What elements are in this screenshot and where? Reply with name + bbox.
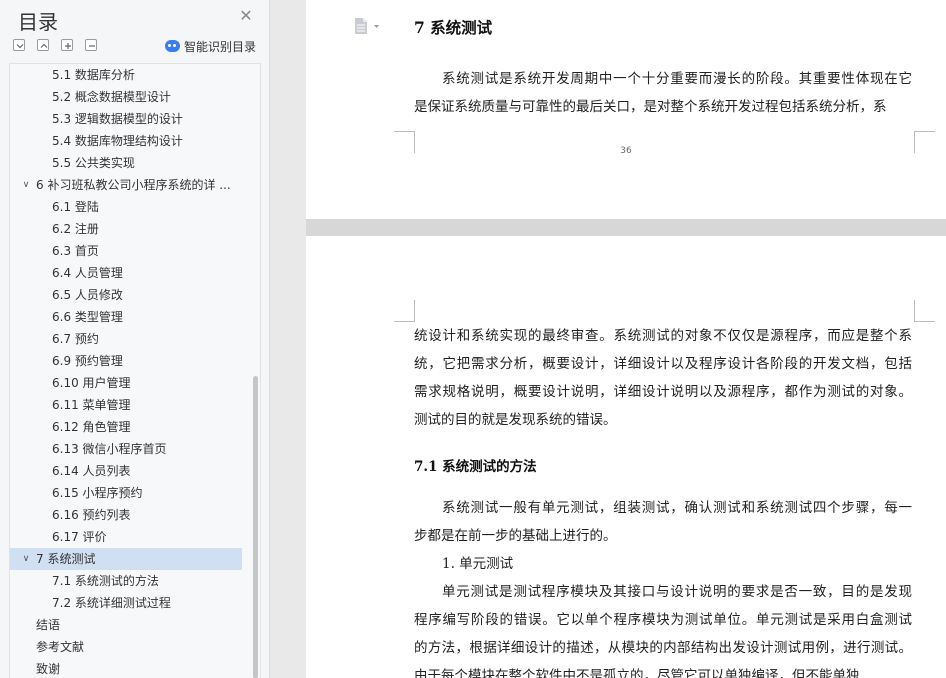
document-icon[interactable] <box>352 17 382 35</box>
toc-item[interactable]: 7.2 系统详细测试过程 <box>10 592 242 614</box>
paragraph-line: 的方法，根据详细设计的描述，从模块的内部结构出发设计测试用例，进行测试。 <box>414 640 912 656</box>
toc-item-label: 5.2 概念数据模型设计 <box>52 90 171 104</box>
crop-mark <box>914 300 935 322</box>
paragraph-line: 步都是在前一步的基础上进行的。 <box>414 528 617 544</box>
toc-list[interactable]: 5.1 数据库分析 5.2 概念数据模型设计 5.3 逻辑数据模型的设计 5.4 数据… <box>9 63 261 678</box>
toc-item[interactable]: 6.2 注册 <box>10 218 242 240</box>
toc-item-label: 6.3 首页 <box>52 244 99 258</box>
paragraph-line: 需求规格说明，概要设计说明，详细设计说明以及源程序，都作为测试的对象。 <box>414 384 912 400</box>
close-icon[interactable]: ✕ <box>238 8 254 24</box>
toc-item-label: 7.1 系统测试的方法 <box>52 574 159 588</box>
toc-item-label: 6.13 微信小程序首页 <box>52 442 167 456</box>
paragraph-line: 测试的目的就是发现系统的错误。 <box>414 412 617 428</box>
paragraph: 系统测试一般有单元测试，组装测试，确认测试和系统测试四个步骤，每一步都是在前一步… <box>414 494 912 550</box>
document-page: 统设计和系统实现的最终审查。系统测试的对象不仅仅是源程序，而应是整个系 统，它把需… <box>306 236 946 678</box>
toc-item[interactable]: 5.1 数据库分析 <box>10 64 242 86</box>
crop-mark <box>394 300 415 322</box>
document-view[interactable]: 7 系统测试 系统测试是系统开发周期中一个十分重要而漫长的阶段。其重要性体现在它… <box>271 0 946 678</box>
toc-item-label: 5.3 逻辑数据模型的设计 <box>52 112 183 126</box>
toc-item-label: 5.1 数据库分析 <box>52 68 135 82</box>
toc-item[interactable]: 6.6 类型管理 <box>10 306 242 328</box>
paragraph: 单元测试是测试程序模块及其接口与设计说明的要求是否一致，目的是发现程序编写阶段的… <box>414 578 912 678</box>
list-item: 1. 单元测试 <box>442 550 742 578</box>
toc-item-label: 6.1 登陆 <box>52 200 99 214</box>
paragraph-line: 单元测试是测试程序模块及其接口与设计说明的要求是否一致，目的是发现 <box>442 584 912 600</box>
toc-item[interactable]: 6.7 预约 <box>10 328 242 350</box>
toc-item[interactable]: 6.16 预约列表 <box>10 504 242 526</box>
toc-item-label: 7 系统测试 <box>36 552 96 566</box>
toc-item-label: 6.2 注册 <box>52 222 99 236</box>
toc-item[interactable]: 6.10 用户管理 <box>10 372 242 394</box>
toc-item-label: 6.6 类型管理 <box>52 310 123 324</box>
paragraph-line: 程序编写阶段的错误。它以单个程序模块为测试单位。单元测试是采用白盒测试 <box>414 612 912 628</box>
toc-item[interactable]: 5.5 公共类实现 <box>10 152 242 174</box>
paragraph-line: 统，它把需求分析，概要设计，详细设计以及程序设计各阶段的开发文档，包括 <box>414 356 912 372</box>
scrollbar-thumb[interactable] <box>253 376 258 678</box>
toc-item[interactable]: 5.4 数据库物理结构设计 <box>10 130 242 152</box>
paragraph-line: 是保证系统质量与可靠性的最后关口，是对整个系统开发过程包括系统分析，系 <box>414 99 887 115</box>
toc-item[interactable]: 6.13 微信小程序首页 <box>10 438 242 460</box>
toc-item[interactable]: 6.14 人员列表 <box>10 460 242 482</box>
chevron-down-icon[interactable]: ∨ <box>20 548 32 570</box>
toc-item-label: 参考文献 <box>36 640 85 654</box>
toc-item-label: 结语 <box>36 618 61 632</box>
toc-item[interactable]: 6.5 人员修改 <box>10 284 242 306</box>
add-heading-icon[interactable] <box>61 39 73 51</box>
toc-item-label: 6.17 评价 <box>52 530 107 544</box>
toc-item[interactable]: 6.4 人员管理 <box>10 262 242 284</box>
paragraph-line: 系统测试是系统开发周期中一个十分重要而漫长的阶段。其重要性体现在它 <box>442 71 912 87</box>
toc-item[interactable]: 6.9 预约管理 <box>10 350 242 372</box>
toc-item[interactable]: 6.15 小程序预约 <box>10 482 242 504</box>
toc-item-label: 7.2 系统详细测试过程 <box>52 596 171 610</box>
toc-item[interactable]: 6.3 首页 <box>10 240 242 262</box>
toc-item-label: 致谢 <box>36 662 61 676</box>
toc-item[interactable]: 6.17 评价 <box>10 526 242 548</box>
toc-item-label: 6.12 角色管理 <box>52 420 131 434</box>
toc-item-label: 5.4 数据库物理结构设计 <box>52 134 183 148</box>
subsection-heading: 7.1 系统测试的方法 <box>414 459 537 475</box>
smart-recognize-toc-button[interactable]: 智能识别目录 <box>165 38 256 54</box>
toc-item[interactable]: 6.12 角色管理 <box>10 416 242 438</box>
ai-assistant-icon <box>165 40 180 52</box>
toc-item[interactable]: ∨ 7 系统测试 <box>10 548 242 570</box>
toc-item[interactable]: 7.1 系统测试的方法 <box>10 570 242 592</box>
toc-item-label: 6.14 人员列表 <box>52 464 131 478</box>
toc-sidebar: 目录 ✕ 智能识别目录 5.1 数据库分析 5.2 概念数据模型设计 5.3 逻辑数… <box>0 0 270 678</box>
smart-recognize-label: 智能识别目录 <box>184 39 257 54</box>
toc-item[interactable]: 5.2 概念数据模型设计 <box>10 86 242 108</box>
chevron-down-icon[interactable]: ∨ <box>20 174 32 196</box>
paragraph: 统设计和系统实现的最终审查。系统测试的对象不仅仅是源程序，而应是整个系 统，它把需… <box>414 322 912 434</box>
page-number: 36 <box>620 146 632 156</box>
toc-item[interactable]: 参考文献 <box>10 636 242 658</box>
toc-item-label: 6 补习班私教公司小程序系统的详 ... <box>36 178 231 192</box>
toc-item[interactable]: 结语 <box>10 614 242 636</box>
list-item-label: 1. 单元测试 <box>442 556 514 572</box>
paragraph: 系统测试是系统开发周期中一个十分重要而漫长的阶段。其重要性体现在它是保证系统质量… <box>414 65 912 121</box>
toc-title: 目录 <box>18 10 58 34</box>
collapse-all-icon[interactable] <box>13 39 25 51</box>
toc-item-label: 6.16 预约列表 <box>52 508 131 522</box>
toc-item-label: 6.4 人员管理 <box>52 266 123 280</box>
section-heading: 7 系统测试 <box>414 18 493 37</box>
toc-item-label: 6.5 人员修改 <box>52 288 123 302</box>
page-gap <box>306 219 946 236</box>
toc-item-label: 6.15 小程序预约 <box>52 486 143 500</box>
toc-item[interactable]: 致谢 <box>10 658 242 678</box>
expand-all-icon[interactable] <box>37 39 49 51</box>
toc-item[interactable]: 5.3 逻辑数据模型的设计 <box>10 108 242 130</box>
remove-heading-icon[interactable] <box>85 39 97 51</box>
toc-item-label: 6.11 菜单管理 <box>52 398 131 412</box>
toc-item-label: 5.5 公共类实现 <box>52 156 135 170</box>
paragraph-line: 由于每个模块在整个软件中不是孤立的，尽管它可以单独编译，但不能单独 <box>414 668 860 678</box>
document-page: 7 系统测试 系统测试是系统开发周期中一个十分重要而漫长的阶段。其重要性体现在它… <box>306 0 946 219</box>
toc-item-label: 6.10 用户管理 <box>52 376 131 390</box>
toc-item[interactable]: ∨ 6 补习班私教公司小程序系统的详 ... <box>10 174 242 196</box>
toc-item[interactable]: 6.1 登陆 <box>10 196 242 218</box>
toc-item-label: 6.9 预约管理 <box>52 354 123 368</box>
toc-item[interactable]: 6.11 菜单管理 <box>10 394 242 416</box>
paragraph-line: 系统测试一般有单元测试，组装测试，确认测试和系统测试四个步骤，每一 <box>442 500 912 516</box>
paragraph-line: 统设计和系统实现的最终审查。系统测试的对象不仅仅是源程序，而应是整个系 <box>414 328 912 344</box>
toc-item-label: 6.7 预约 <box>52 332 99 346</box>
